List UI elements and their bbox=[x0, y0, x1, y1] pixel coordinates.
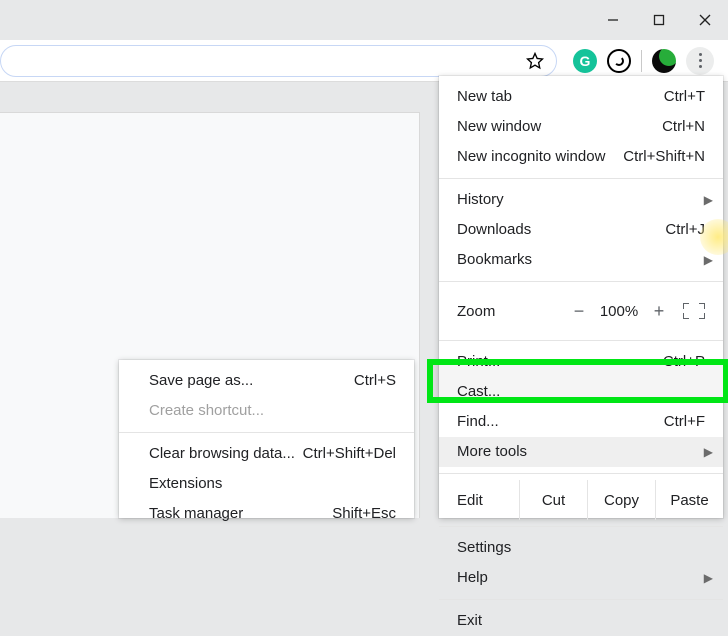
menu-settings[interactable]: Settings bbox=[439, 533, 723, 563]
menu-exit[interactable]: Exit bbox=[439, 606, 723, 636]
window-controls bbox=[590, 0, 728, 40]
submenu-extensions[interactable]: Extensions bbox=[119, 469, 414, 499]
maximize-button[interactable] bbox=[636, 0, 682, 40]
chrome-menu-button[interactable] bbox=[686, 47, 714, 75]
zoom-label: Zoom bbox=[457, 303, 565, 320]
menu-separator bbox=[119, 432, 414, 433]
toolbar-divider bbox=[641, 50, 642, 72]
menu-separator bbox=[439, 178, 723, 179]
grammarly-icon[interactable]: G bbox=[573, 49, 597, 73]
chevron-right-icon: ▶ bbox=[704, 245, 713, 275]
edit-paste[interactable]: Paste bbox=[655, 480, 723, 520]
fullscreen-icon[interactable] bbox=[683, 303, 705, 319]
menu-incognito[interactable]: New incognito windowCtrl+Shift+N bbox=[439, 142, 723, 172]
menu-separator bbox=[439, 340, 723, 341]
menu-help[interactable]: Help▶ bbox=[439, 563, 723, 593]
chevron-right-icon: ▶ bbox=[704, 437, 713, 467]
chevron-right-icon: ▶ bbox=[704, 185, 713, 215]
menu-find[interactable]: Find...Ctrl+F bbox=[439, 407, 723, 437]
edit-label: Edit bbox=[439, 492, 519, 509]
menu-downloads[interactable]: DownloadsCtrl+J bbox=[439, 215, 723, 245]
menu-separator bbox=[439, 599, 723, 600]
zoom-out-button[interactable]: − bbox=[565, 301, 593, 322]
zoom-value: 100% bbox=[593, 303, 645, 320]
bookmark-star-icon[interactable] bbox=[526, 52, 544, 70]
menu-separator bbox=[439, 281, 723, 282]
omnibox[interactable] bbox=[0, 45, 557, 77]
submenu-save-page[interactable]: Save page as...Ctrl+S bbox=[119, 366, 414, 396]
more-tools-submenu: Save page as...Ctrl+S Create shortcut...… bbox=[119, 360, 414, 518]
menu-new-tab[interactable]: New tabCtrl+T bbox=[439, 82, 723, 112]
menu-zoom-row: Zoom − 100% + bbox=[439, 288, 723, 334]
submenu-clear-data[interactable]: Clear browsing data...Ctrl+Shift+Del bbox=[119, 439, 414, 469]
submenu-create-shortcut: Create shortcut... bbox=[119, 396, 414, 426]
minimize-button[interactable] bbox=[590, 0, 636, 40]
menu-separator bbox=[439, 526, 723, 527]
menu-bookmarks[interactable]: Bookmarks▶ bbox=[439, 245, 723, 275]
chevron-right-icon: ▶ bbox=[704, 563, 713, 593]
menu-more-tools[interactable]: More tools▶ bbox=[439, 437, 723, 467]
zoom-in-button[interactable]: + bbox=[645, 301, 673, 322]
spiral-extension-icon[interactable] bbox=[607, 49, 631, 73]
menu-cast[interactable]: Cast... bbox=[439, 377, 723, 407]
menu-separator bbox=[439, 473, 723, 474]
profile-avatar[interactable] bbox=[652, 49, 676, 73]
menu-print[interactable]: Print...Ctrl+P bbox=[439, 347, 723, 377]
close-button[interactable] bbox=[682, 0, 728, 40]
extension-icons: G bbox=[563, 47, 728, 75]
chrome-main-menu: New tabCtrl+T New windowCtrl+N New incog… bbox=[439, 76, 723, 518]
menu-new-window[interactable]: New windowCtrl+N bbox=[439, 112, 723, 142]
edit-cut[interactable]: Cut bbox=[519, 480, 587, 520]
menu-history[interactable]: History▶ bbox=[439, 185, 723, 215]
edit-copy[interactable]: Copy bbox=[587, 480, 655, 520]
submenu-task-manager[interactable]: Task managerShift+Esc bbox=[119, 499, 414, 529]
menu-edit-row: Edit Cut Copy Paste bbox=[439, 480, 723, 520]
